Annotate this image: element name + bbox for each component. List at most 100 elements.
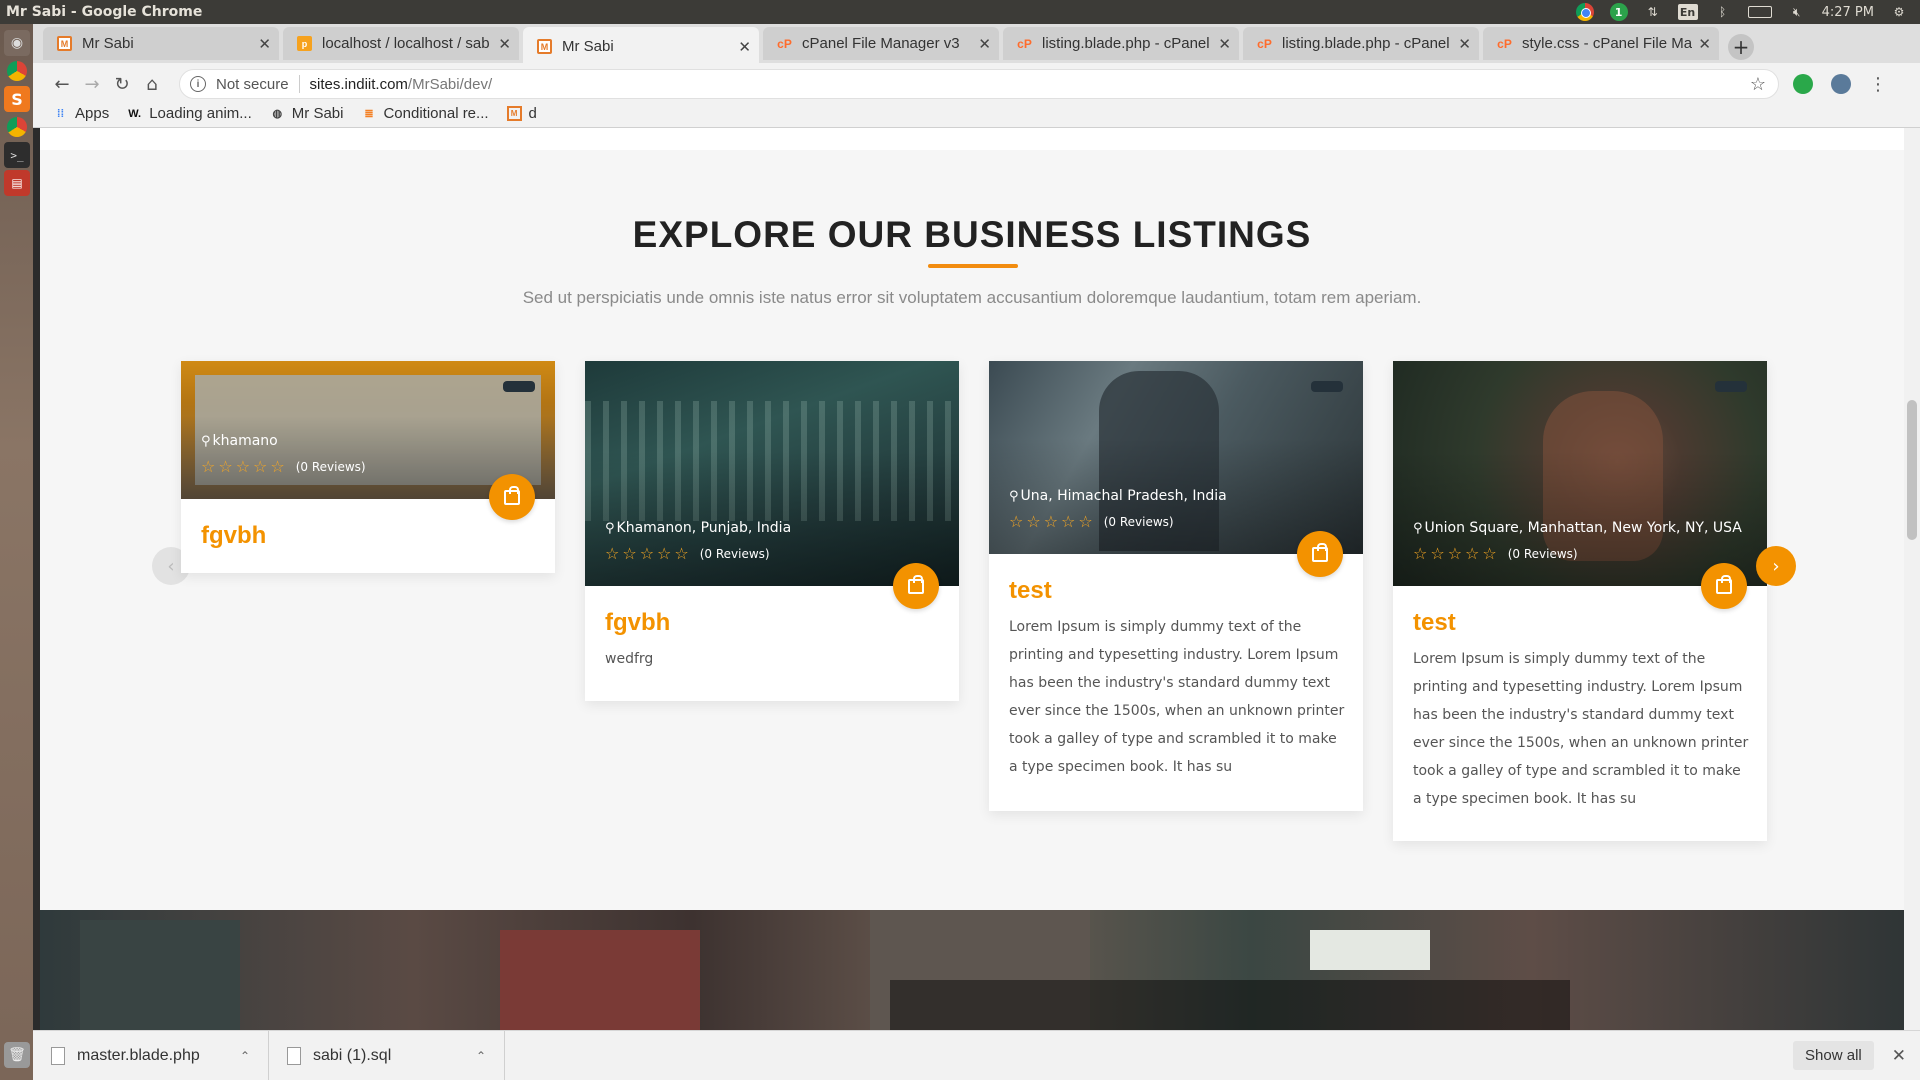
tab-listing-blade-2[interactable]: cP listing.blade.php - cPanel ✕ [1243,27,1479,60]
cpanel-icon: cP [1017,36,1032,51]
reload-icon[interactable]: ↻ [107,69,137,99]
chrome-indicator-icon[interactable] [1575,3,1594,21]
bookmark-mr-sabi[interactable]: ◍ Mr Sabi [270,105,344,122]
tab-style-css[interactable]: cP style.css - cPanel File Man ✕ [1483,27,1719,60]
site-info-icon[interactable]: i [190,76,206,92]
shopping-bag-icon [504,485,520,505]
battery-icon[interactable] [1747,6,1772,18]
extension-icon[interactable] [1793,74,1813,94]
bookmark-label: d [528,105,537,122]
chevron-up-icon[interactable]: ⌃ [240,1049,250,1063]
close-icon[interactable]: ✕ [498,35,511,53]
url-host: sites.indiit.com [309,75,408,93]
building-shape [500,930,700,1030]
network-transfer-icon[interactable]: ⇅ [1644,4,1662,20]
archive-manager-icon[interactable]: ▤ [4,170,30,196]
download-item[interactable]: master.blade.php ⌃ [33,1030,269,1080]
keyboard-language-indicator[interactable]: En [1677,4,1698,20]
bookmark-apps[interactable]: ⁞⁞ Apps [53,105,109,122]
bookmark-label: Mr Sabi [291,105,344,122]
home-icon[interactable]: ⌂ [137,69,167,99]
tab-cpanel-file-manager[interactable]: cP cPanel File Manager v3 ✕ [763,27,999,60]
review-count: (0 Reviews) [295,459,366,474]
dash-home-icon[interactable]: ◉ [4,30,30,56]
rating-stars: ☆ ☆ ☆ ☆ ☆ (0 Reviews) [1009,512,1174,531]
profile-avatar[interactable] [1831,74,1851,94]
bookmark-loading-anim[interactable]: W. Loading anim... [127,105,252,122]
close-icon[interactable]: ✕ [738,38,751,56]
close-icon[interactable]: ✕ [1218,35,1231,53]
address-bar[interactable]: i Not secure sites.indiit.com/MrSabi/dev… [179,69,1779,99]
bookmark-label: Conditional re... [383,105,489,122]
listing-card[interactable]: ⚲ Union Square, Manhattan, New York, NY, … [1393,361,1767,841]
chevron-up-icon[interactable]: ⌃ [476,1049,486,1063]
tab-mr-sabi-active[interactable]: M Mr Sabi ✕ [523,27,759,66]
map-pin-icon: ⚲ [1009,488,1019,504]
bluetooth-icon[interactable]: ᛒ [1714,4,1732,20]
close-icon[interactable]: ✕ [1698,35,1711,53]
map-pin-icon: ⚲ [1413,520,1423,536]
close-icon[interactable]: ✕ [1458,35,1471,53]
settings-gear-icon[interactable]: ⚙ [1890,4,1908,20]
back-arrow-icon[interactable]: ← [47,69,77,99]
listing-card[interactable]: ⚲ khamano ☆ ☆ ☆ ☆ ☆ (0 Reviews) fgvbh [181,361,555,573]
building-shape [80,920,240,1030]
star-icon: ☆ [1043,512,1059,531]
os-top-bar: Mr Sabi - Google Chrome 1 ⇅ En ᛒ 🔇︎ 4:27… [0,0,1920,24]
chrome-launcher-icon[interactable] [4,58,30,84]
close-icon[interactable]: ✕ [1892,1046,1906,1066]
star-icon: ☆ [674,544,689,563]
notification-badge[interactable]: 1 [1609,3,1628,21]
apps-grid-icon: ⁞⁞ [56,107,65,120]
globe-icon: ◍ [272,108,283,120]
status-badge [503,381,535,392]
listing-description: Lorem Ipsum is simply dummy text of the … [1009,619,1345,775]
tab-listing-blade-1[interactable]: cP listing.blade.php - cPanel ✕ [1003,27,1239,60]
tab-mr-sabi-1[interactable]: M Mr Sabi ✕ [43,27,279,60]
page-top-strip [40,128,1904,150]
bookmarks-bar: ⁞⁞ Apps W. Loading anim... ◍ Mr Sabi ≣ C… [33,100,1920,128]
page-viewport: EXPLORE OUR BUSINESS LISTINGS Sed ut per… [40,128,1904,1030]
clock[interactable]: 4:27 PM [1822,5,1874,20]
bookmark-conditional[interactable]: ≣ Conditional re... [361,105,488,122]
chrome-launcher-2-icon[interactable] [4,114,30,140]
shopping-bag-button[interactable] [1297,531,1343,577]
street-banner-image [40,910,1904,1030]
tab-strip: M Mr Sabi ✕ p localhost / localhost / sa… [33,24,1920,66]
location-text: Una, Himachal Pradesh, India [1020,488,1227,504]
listing-location: ⚲ khamano [201,433,278,449]
bookmark-label: Loading anim... [149,105,252,122]
close-icon[interactable]: ✕ [978,35,991,53]
menu-kebab-icon[interactable]: ⋮ [1869,74,1887,95]
star-icon: ☆ [253,457,268,476]
listing-card[interactable]: ⚲ Khamanon, Punjab, India ☆ ☆ ☆ ☆ ☆ (0 Reviews… [585,361,959,701]
tab-phpmyadmin[interactable]: p localhost / localhost / sab ✕ [283,27,519,60]
bookmark-star-icon[interactable]: ☆ [1750,74,1766,95]
listing-card[interactable]: ⚲ Una, Himachal Pradesh, India ☆ ☆ ☆ ☆ ☆ (0 Re… [989,361,1363,811]
listing-title[interactable]: fgvbh [605,609,670,637]
page-scrollbar[interactable] [1904,128,1920,1030]
sublime-text-icon[interactable]: S [4,86,30,112]
cpanel-icon: cP [777,36,792,51]
tab-label: listing.blade.php - cPanel [1282,35,1450,52]
bookmark-d[interactable]: M d [506,105,537,122]
download-item[interactable]: sabi (1).sql ⌃ [269,1030,505,1080]
listing-title[interactable]: test [1413,609,1456,637]
close-icon[interactable]: ✕ [258,35,271,53]
show-all-button[interactable]: Show all [1793,1041,1874,1070]
shopping-bag-button[interactable] [893,563,939,609]
file-icon [51,1046,65,1065]
trash-icon[interactable]: 🗑︎ [4,1042,30,1068]
carousel-next-button[interactable]: › [1756,546,1796,586]
shopping-bag-button[interactable] [489,474,535,520]
terminal-icon[interactable]: >_ [4,142,30,168]
listing-title[interactable]: test [1009,577,1052,605]
scrollbar-thumb[interactable] [1907,400,1917,540]
omnibox-separator [298,75,300,93]
shopping-bag-button[interactable] [1701,563,1747,609]
volume-muted-icon[interactable]: 🔇︎ [1788,4,1806,20]
forward-arrow-icon[interactable]: → [77,69,107,99]
new-tab-button[interactable]: + [1728,34,1754,60]
listing-title[interactable]: fgvbh [201,522,266,550]
listing-location: ⚲ Union Square, Manhattan, New York, NY, … [1413,520,1742,536]
